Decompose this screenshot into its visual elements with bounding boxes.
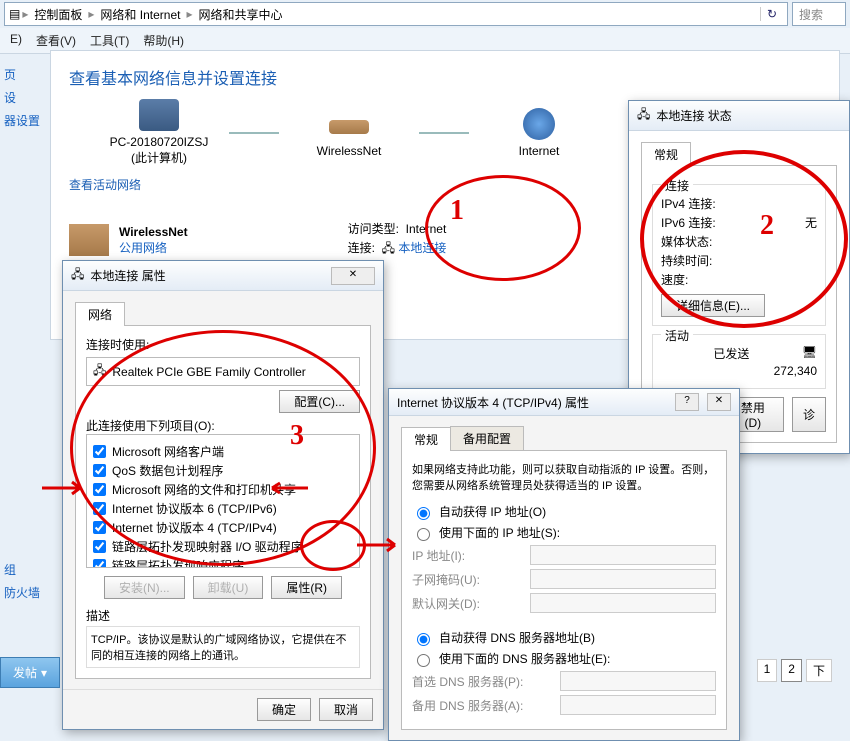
page-next[interactable]: 下: [806, 659, 832, 682]
refresh-button[interactable]: ↻: [760, 7, 783, 21]
router-icon: [329, 120, 369, 134]
menu-help[interactable]: 帮助(H): [143, 32, 184, 49]
configure-button[interactable]: 配置(C)...: [279, 390, 360, 413]
diagnose-button[interactable]: 诊: [792, 397, 826, 432]
install-button[interactable]: 安装(N)...: [104, 576, 185, 599]
post-button[interactable]: 发帖 ▾: [0, 657, 60, 688]
tab-alternate[interactable]: 备用配置: [450, 426, 524, 450]
bench-icon: [69, 224, 109, 256]
adapter-icon: 🖧: [93, 361, 106, 382]
tab-general[interactable]: 常规: [401, 427, 451, 451]
ok-button[interactable]: 确定: [257, 698, 311, 721]
activity-icon: 🖥: [802, 345, 817, 362]
tab-network[interactable]: 网络: [75, 302, 125, 326]
chk-ipv4[interactable]: [93, 521, 106, 534]
pc-icon: [139, 99, 179, 131]
sidebar-link[interactable]: 页: [4, 66, 49, 83]
properties-button[interactable]: 属性(R): [271, 576, 342, 599]
radio-auto-ip[interactable]: [417, 507, 430, 520]
globe-icon: [523, 108, 555, 140]
sidebar-link[interactable]: 设: [4, 89, 49, 106]
network-type-link[interactable]: 公用网络: [119, 241, 167, 255]
dialog-title: 本地连接 属性: [90, 267, 165, 284]
chk-ipv6[interactable]: [93, 502, 106, 515]
nic-icon: 🖧: [637, 105, 650, 126]
sidebar: 页 设 器设置 组 防火墙: [0, 50, 53, 617]
close-button[interactable]: ✕: [331, 267, 375, 285]
description-text: TCP/IP。该协议是默认的广域网络协议，它提供在不同的相互连接的网络上的通讯。: [86, 626, 360, 668]
dialog-title: Internet 协议版本 4 (TCP/IPv4) 属性: [397, 394, 589, 411]
node-router[interactable]: WirelessNet: [299, 108, 399, 158]
chk-ms-client[interactable]: [93, 445, 106, 458]
chk-lltd-mapper[interactable]: [93, 540, 106, 553]
chk-lltd-responder[interactable]: [93, 559, 106, 568]
dns2-input: [560, 695, 716, 715]
control-panel-icon: ▤: [9, 7, 20, 21]
ipv4-info-text: 如果网络支持此功能，则可以获取自动指派的 IP 设置。否则，您需要从网络系统管理…: [412, 461, 716, 493]
adapter-name: Realtek PCIe GBE Family Controller: [112, 365, 305, 379]
sidebar-link[interactable]: 防火墙: [4, 584, 49, 601]
ip-address-input: [530, 545, 716, 565]
gateway-input: [530, 593, 716, 613]
chk-file-print[interactable]: [93, 483, 106, 496]
help-button[interactable]: ?: [675, 393, 699, 411]
chk-qos[interactable]: [93, 464, 106, 477]
page-2[interactable]: 2: [781, 659, 802, 682]
dns1-input: [560, 671, 716, 691]
page-title: 查看基本网络信息并设置连接: [69, 65, 821, 89]
nic-icon: 🖧: [71, 265, 84, 286]
sidebar-link[interactable]: 组: [4, 561, 49, 578]
bytes-sent: 272,340: [774, 364, 817, 378]
chevron-down-icon: ▾: [41, 666, 47, 680]
node-this-pc[interactable]: PC-20180720IZSJ (此计算机): [109, 99, 209, 166]
subnet-mask-input: [530, 569, 716, 589]
ipv4-properties-dialog: Internet 协议版本 4 (TCP/IPv4) 属性 ? ✕ 常规 备用配…: [388, 388, 740, 741]
active-network-name: WirelessNet: [119, 225, 188, 239]
breadcrumb[interactable]: ▤ ▸ 控制面板 ▸ 网络和 Internet ▸ 网络和共享中心 ↻: [4, 2, 788, 26]
menu-edit[interactable]: E): [10, 32, 22, 49]
close-button[interactable]: ✕: [707, 393, 731, 411]
tab-general[interactable]: 常规: [641, 142, 691, 166]
menu-view[interactable]: 查看(V): [36, 32, 76, 49]
crumb-network-center[interactable]: 网络和共享中心: [194, 6, 286, 23]
menu-tools[interactable]: 工具(T): [90, 32, 129, 49]
dialog-title: 本地连接 状态: [656, 107, 731, 124]
cancel-button[interactable]: 取消: [319, 698, 373, 721]
radio-manual-dns[interactable]: [417, 654, 430, 667]
local-connection-link[interactable]: 本地连接: [398, 241, 446, 255]
components-list[interactable]: Microsoft 网络客户端 QoS 数据包计划程序 Microsoft 网络…: [86, 434, 360, 568]
adapter-properties-dialog: 🖧 本地连接 属性 ✕ 网络 连接时使用: 🖧 Realtek PCIe GBE…: [62, 260, 384, 730]
sidebar-link[interactable]: 器设置: [4, 112, 49, 129]
nic-icon: 🖧: [382, 241, 395, 255]
radio-manual-ip[interactable]: [417, 528, 430, 541]
crumb-network-internet[interactable]: 网络和 Internet: [96, 6, 184, 23]
radio-auto-dns[interactable]: [417, 633, 430, 646]
crumb-control-panel[interactable]: 控制面板: [30, 6, 86, 23]
page-1[interactable]: 1: [757, 659, 778, 682]
uninstall-button[interactable]: 卸载(U): [193, 576, 264, 599]
details-button[interactable]: 详细信息(E)...: [661, 294, 765, 317]
search-input[interactable]: 搜索: [792, 2, 846, 26]
node-internet[interactable]: Internet: [489, 108, 589, 158]
pagination: 1 2 下: [757, 659, 832, 682]
